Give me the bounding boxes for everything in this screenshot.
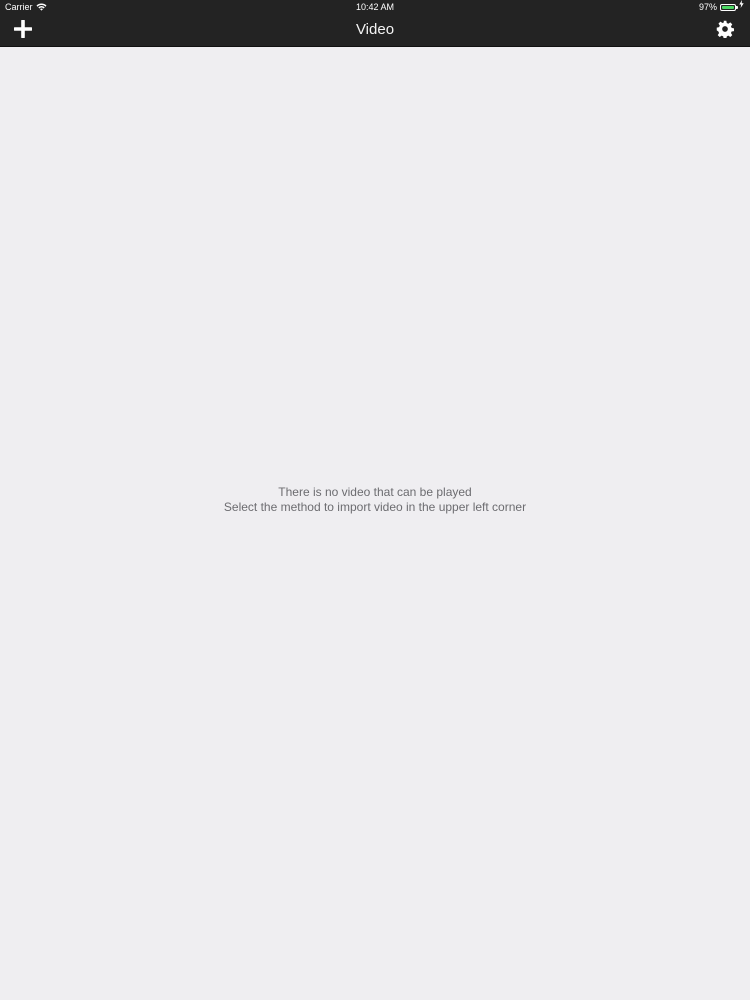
gear-icon (716, 20, 734, 43)
settings-button[interactable] (712, 18, 738, 44)
charging-icon (739, 0, 744, 14)
battery-cap (736, 6, 738, 9)
battery-percent: 97% (698, 2, 717, 12)
battery-group: 97% (699, 0, 744, 14)
video-screen: Carrier 10:42 AM 97% Video There is no v… (0, 0, 750, 1000)
status-bar: Carrier 10:42 AM 97% (0, 0, 750, 14)
empty-state-title: There is no video that can be played (278, 485, 472, 499)
top-bar: Carrier 10:42 AM 97% Video (0, 0, 750, 47)
battery-icon (720, 3, 738, 11)
page-title: Video (355, 21, 395, 38)
status-time: 10:42 AM (355, 2, 395, 12)
empty-state-message: There is no video that can be played Sel… (0, 485, 750, 515)
battery-fill (722, 5, 734, 9)
empty-state-hint: Select the method to import video in the… (223, 500, 527, 514)
